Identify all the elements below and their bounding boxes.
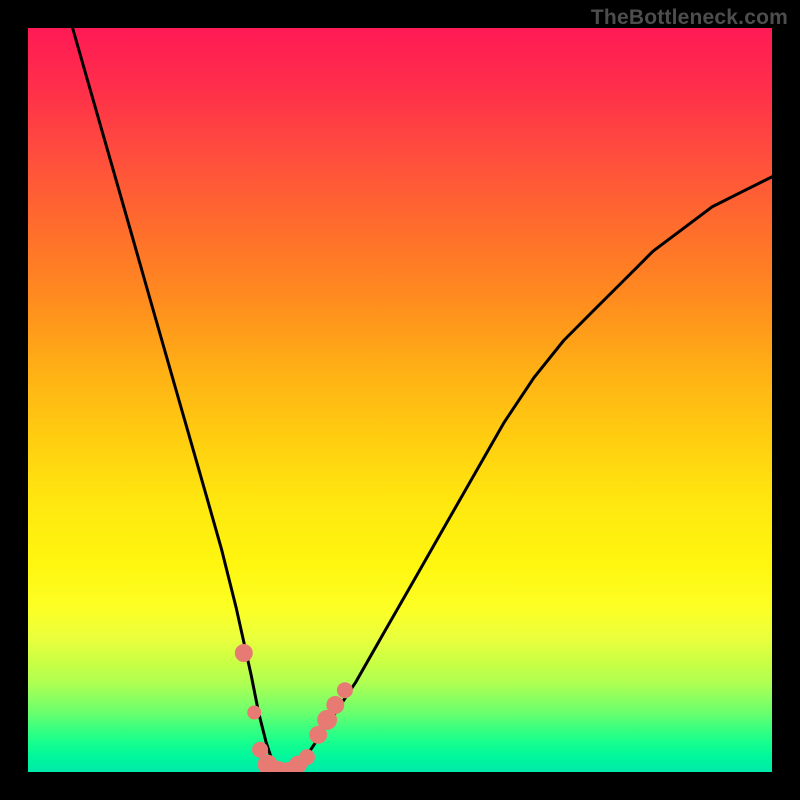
bottleneck-curve — [73, 28, 772, 772]
marker-dot — [247, 706, 261, 720]
marker-dot — [337, 682, 353, 698]
bottleneck-curve-path — [73, 28, 772, 772]
watermark-text: TheBottleneck.com — [591, 6, 788, 30]
marker-dot — [235, 644, 253, 662]
marker-group — [235, 644, 353, 772]
marker-dot — [299, 749, 315, 765]
chart-svg — [28, 28, 772, 772]
chart-frame: TheBottleneck.com — [0, 0, 800, 800]
marker-dot — [326, 696, 344, 714]
plot-area — [28, 28, 772, 772]
